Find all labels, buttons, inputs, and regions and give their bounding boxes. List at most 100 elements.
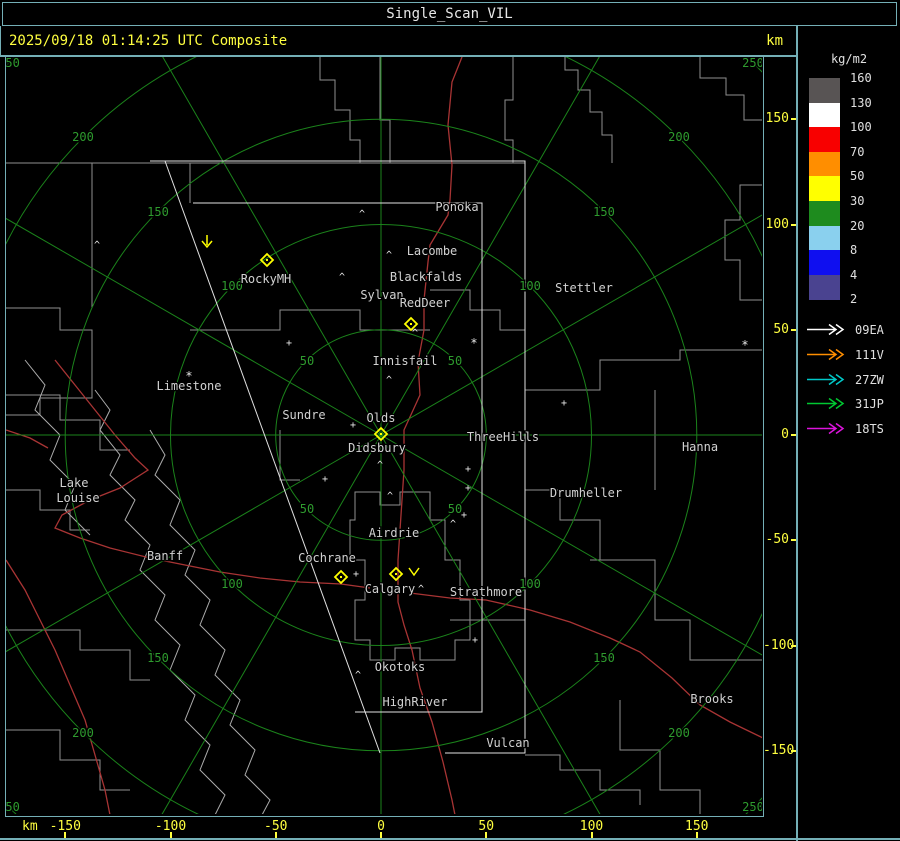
legend-panel: kg/m2 160 130 100 70 50 30 20 8 4 2 09EA 111V 27ZW 3… [798, 26, 900, 841]
city-label-brooks: Brooks [690, 692, 733, 706]
city-label-banff: Banff [147, 549, 183, 563]
city-label-lake: Lake [60, 476, 89, 490]
track-id-label: 09EA [855, 323, 884, 337]
y-tick-mark [791, 223, 796, 226]
town-point-marker: + [350, 420, 356, 431]
ring-distance-label: 50 [300, 354, 314, 368]
ring-distance-label: 150 [593, 205, 615, 219]
city-label-olds: Olds [367, 411, 396, 425]
city-label-okotoks: Okotoks [375, 660, 426, 674]
legend-color-block-100 [809, 127, 840, 153]
track-arrow-icon [807, 398, 845, 410]
town-point-marker: + [561, 398, 567, 409]
city-label-lacombe: Lacombe [407, 244, 458, 258]
town-point-marker: * [185, 369, 192, 383]
city-label-didsbury: Didsbury [348, 441, 406, 455]
legend-threshold-label: 50 [850, 169, 865, 184]
city-label-threehills: ThreeHills [467, 430, 539, 444]
city-label-drumheller: Drumheller [550, 486, 622, 500]
ring-distance-label: 150 [593, 651, 615, 665]
x-tick-mark [590, 832, 593, 838]
town-point-marker: ^ [386, 375, 392, 386]
town-point-marker: ^ [387, 491, 393, 502]
track-id-label: 18TS [855, 422, 884, 437]
ring-distance-label: 100 [221, 279, 243, 293]
town-point-marker: ^ [359, 209, 365, 220]
town-point-marker: + [353, 569, 359, 580]
radar-site-center-dot [266, 259, 268, 261]
legend-color-block-160 [809, 78, 840, 103]
track-id-label: 31JP [855, 397, 884, 412]
city-label-blackfalds: Blackfalds [390, 270, 462, 284]
legend-color-block-20 [809, 225, 840, 251]
track-id-label: 27ZW [855, 372, 884, 387]
x-axis: km -150 -100 -50 0 50 100 150 [0, 815, 796, 838]
track-legend-row-09EA: 09EA [798, 322, 900, 338]
ring-distance-label: 200 [72, 726, 94, 740]
radar-sector-outline [150, 160, 526, 754]
city-label-vulcan: Vulcan [486, 736, 529, 750]
x-tick-mark [380, 832, 382, 838]
y-tick-mark [791, 118, 796, 121]
y-tick-label: -100 [763, 637, 795, 653]
town-point-marker: + [461, 510, 467, 521]
legend-threshold-label: 160 [850, 71, 872, 85]
x-tick-mark [485, 832, 488, 838]
legend-color-block-50 [809, 176, 840, 202]
x-tick-mark [695, 832, 698, 838]
y-axis: 150 100 50 0 -50 -100 -150 [763, 0, 797, 841]
town-point-marker: * [470, 336, 477, 350]
ring-distance-label: 150 [147, 205, 169, 219]
ring-distance-label: 150 [147, 651, 169, 665]
legend-color-block-30 [809, 201, 840, 226]
town-point-marker: ^ [355, 670, 361, 681]
y-tick-label: 50 [773, 321, 789, 337]
town-point-marker: ^ [418, 584, 424, 595]
ring-distance-label: 200 [72, 130, 94, 144]
town-point-marker: ^ [450, 519, 456, 530]
town-point-marker: + [465, 483, 471, 494]
y-tick-mark [791, 539, 796, 542]
town-point-marker: ^ [339, 272, 345, 283]
track-legend-row-31JP: 31JP [798, 396, 900, 412]
city-label-cochrane: Cochrane [298, 551, 356, 565]
y-tick-label: 0 [781, 427, 789, 442]
radar-site-center-dot [340, 576, 342, 578]
x-tick-mark [274, 832, 277, 838]
radar-site-center-dot [380, 433, 382, 435]
y-tick-label: 150 [765, 111, 789, 127]
city-label-innisfail: Innisfail [372, 354, 437, 368]
y-tick-mark [791, 434, 796, 436]
town-point-marker: + [286, 338, 292, 349]
town-point-marker: + [322, 474, 328, 485]
city-label-reddeer: RedDeer [400, 296, 451, 310]
city-label-ponoka: Ponoka [435, 200, 478, 214]
legend-color-block-8 [809, 250, 840, 276]
town-point-marker: ^ [412, 328, 418, 339]
city-label-louise: Louise [56, 491, 99, 505]
ring-distance-label: 50 [448, 354, 462, 368]
x-tick-mark [169, 832, 172, 838]
ring-distance-label: 200 [668, 726, 690, 740]
legend-color-block-4 [809, 274, 840, 300]
city-label-airdrie: Airdrie [369, 526, 420, 540]
legend-color-block-70 [809, 151, 840, 177]
radar-app-window: Single_Scan_VIL 2025/09/18 01:14:25 UTC … [0, 0, 900, 841]
radar-site-center-dot [410, 323, 412, 325]
ring-distance-label: 50 [300, 502, 314, 516]
track-legend-row-27ZW: 27ZW [798, 372, 900, 388]
city-label-stettler: Stettler [555, 281, 613, 295]
ring-distance-label: 250 [742, 56, 764, 70]
track-legend-row-18TS: 18TS [798, 421, 900, 437]
legend-threshold-label: 100 [850, 120, 872, 135]
town-point-marker: ^ [377, 460, 383, 471]
town-point-marker: ^ [386, 250, 392, 261]
track-arrow-icon [807, 373, 845, 385]
town-point-marker: * [741, 338, 748, 352]
legend-unit-label: kg/m2 [830, 52, 868, 66]
storm-arrow-marker [201, 235, 213, 249]
city-label-rockymh: RockyMH [241, 272, 292, 286]
legend-threshold-label: 130 [850, 95, 872, 110]
y-tick-label: -50 [765, 532, 789, 548]
legend-threshold-label: 8 [850, 243, 858, 258]
